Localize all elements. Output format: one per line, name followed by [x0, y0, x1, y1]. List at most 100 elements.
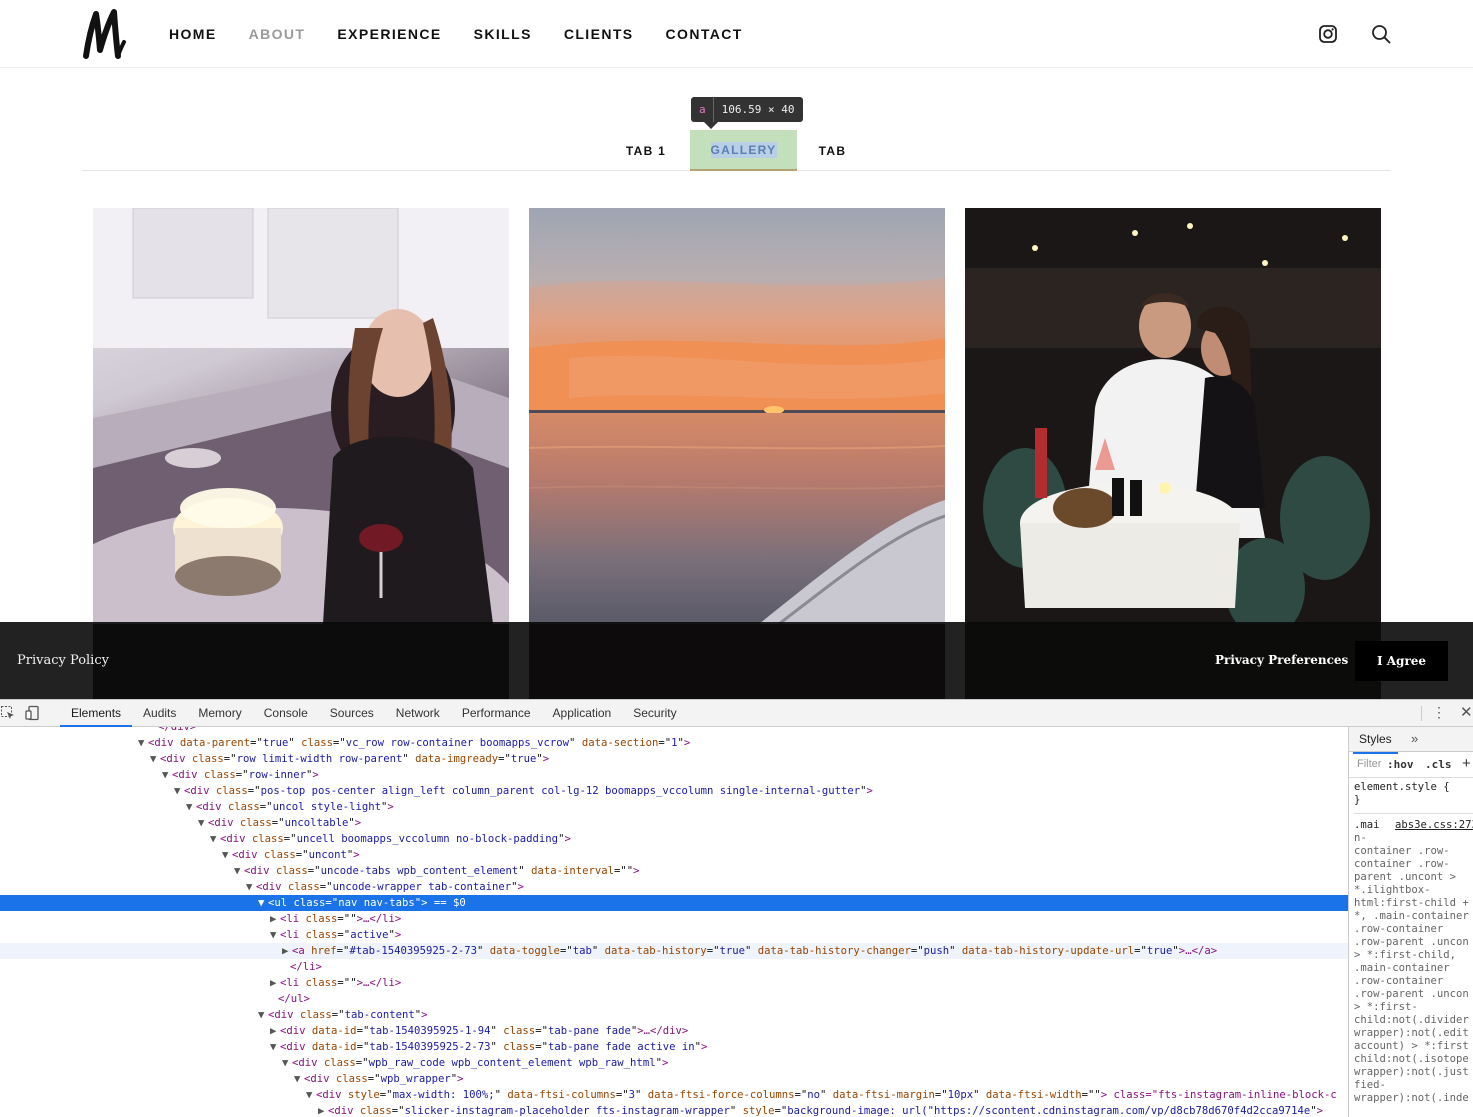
tab-gallery[interactable]: GALLERY: [690, 130, 797, 171]
devtools-tab-application[interactable]: Application: [542, 700, 623, 727]
dom-node-line[interactable]: ▼ <div class="uncoltable">: [0, 815, 1348, 831]
dom-tree[interactable]: </div> ▼ <div data-parent="true" class="vc…: [0, 727, 1348, 1117]
dom-node-line[interactable]: ▼ <div class="row limit-width row-parent"…: [0, 751, 1348, 767]
dom-tag-name: <li: [280, 929, 300, 941]
gallery-photo-dinner[interactable]: [965, 208, 1381, 624]
expand-arrow-icon: ▶: [270, 1025, 277, 1037]
more-options-icon[interactable]: ⋮: [1432, 704, 1446, 721]
inspect-element-icon[interactable]: [0, 705, 16, 721]
nav-contact[interactable]: CONTACT: [666, 24, 743, 44]
dom-node-line[interactable]: ▶ <div class="slicker-instagram-placehold…: [0, 1103, 1348, 1117]
tab-gallery-label: GALLERY: [710, 141, 777, 158]
devtools-tab-sources[interactable]: Sources: [319, 700, 385, 727]
devtools-tab-audits[interactable]: Audits: [132, 700, 187, 727]
dom-node-line[interactable]: ▶ <div data-id="tab-1540395925-1-94" clas…: [0, 1023, 1348, 1039]
dom-node-line[interactable]: ▼ <div class="pos-top pos-center align_le…: [0, 783, 1348, 799]
nav-experience[interactable]: EXPERIENCE: [337, 24, 441, 44]
css-rule[interactable]: .mai abs3e.css:273 n- container .row- co…: [1354, 819, 1473, 1105]
dom-node-line[interactable]: ▼ <div class="wpb_raw_code wpb_content_el…: [0, 1055, 1348, 1071]
agree-button[interactable]: I Agree: [1355, 641, 1448, 681]
styles-tab[interactable]: Styles: [1353, 727, 1398, 754]
dom-node-line[interactable]: ▼ <div style="max-width: 100%;" data-ftsi…: [0, 1087, 1348, 1103]
privacy-preferences-button[interactable]: Privacy Preferences: [1215, 653, 1348, 667]
dom-node-line[interactable]: ▼ <ul class="nav nav-tabs"> == $0: [0, 895, 1348, 911]
dom-closing-tag: </ul>: [278, 993, 310, 1005]
dom-attr-value: true: [1146, 945, 1173, 957]
devtools-tab-performance[interactable]: Performance: [451, 700, 542, 727]
dom-node-line[interactable]: </ul>: [0, 991, 1348, 1007]
device-toolbar-icon[interactable]: [25, 705, 41, 721]
dom-node-line[interactable]: ▼ <div class="uncol style-light">: [0, 799, 1348, 815]
dom-attr-value: uncode-tabs wpb_content_element: [320, 865, 519, 877]
dom-node-line[interactable]: ▼ <div data-parent="true" class="vc_row r…: [0, 735, 1348, 751]
dom-node-line[interactable]: </li>: [0, 959, 1348, 975]
nav-skills[interactable]: SKILLS: [474, 24, 532, 44]
dom-attr-eq: =": [223, 753, 237, 765]
instagram-icon[interactable]: [1317, 23, 1339, 45]
dom-tag-name: <div: [316, 1089, 342, 1101]
dom-tag-name: <div: [256, 881, 282, 893]
dom-tag-close: >: [354, 817, 362, 829]
dom-node-line[interactable]: ▶ <li class="">…</li>: [0, 911, 1348, 927]
gallery-photo-birthday[interactable]: [93, 208, 509, 624]
dom-attr-eq: =": [307, 865, 321, 877]
dom-attr-name: data-tab-history-changer: [757, 945, 911, 957]
dom-attr-name: data-ftsi-margin: [832, 1089, 935, 1101]
dom-node-line[interactable]: ▼ <li class="active">: [0, 927, 1348, 943]
nav-clients[interactable]: CLIENTS: [564, 24, 634, 44]
dom-attr-value: uncell boomapps_vccolumn no-block-paddin…: [296, 833, 559, 845]
dom-node-line[interactable]: ▼ <div class="tab-content">: [0, 1007, 1348, 1023]
dom-node-line[interactable]: ▶ <li class="">…</li>: [0, 975, 1348, 991]
devtools-tab-security[interactable]: Security: [622, 700, 687, 727]
site-logo[interactable]: [80, 6, 128, 62]
cls-toggle[interactable]: .cls: [1425, 758, 1452, 771]
dom-node-line[interactable]: ▼ <div class="row-inner">: [0, 767, 1348, 783]
rule-source-link[interactable]: abs3e.css:273: [1395, 819, 1473, 832]
nav-home[interactable]: HOME: [169, 24, 217, 44]
devtools-tab-network[interactable]: Network: [385, 700, 451, 727]
dom-node-line[interactable]: ▼ <div class="wpb_wrapper">: [0, 1071, 1348, 1087]
dom-attr-value: uncoltable: [284, 817, 349, 829]
dom-node-line[interactable]: ▼ <div class="uncode-wrapper tab-containe…: [0, 879, 1348, 895]
nav-about[interactable]: ABOUT: [249, 24, 306, 44]
privacy-policy-link[interactable]: Privacy Policy: [17, 653, 109, 668]
dom-tag-name: <div: [160, 753, 186, 765]
dom-attr-value: nav nav-tabs: [338, 897, 415, 909]
devtools-tab-elements[interactable]: Elements: [60, 700, 133, 727]
dom-tag-name: <div: [232, 849, 258, 861]
dom-node-line[interactable]: ▼ <div class="uncont">: [0, 847, 1348, 863]
dom-attr-value: #tab-1540395925-2-73: [349, 945, 477, 957]
dom-attr-quote: ": [288, 737, 295, 749]
dom-attr-eq: =": [794, 1089, 808, 1101]
dom-node-line[interactable]: ▼ <div data-id="tab-1540395925-2-73" clas…: [0, 1039, 1348, 1055]
dom-attr-value: no: [807, 1089, 821, 1101]
dom-node-line[interactable]: ▼ <div class="uncell boomapps_vccolumn no…: [0, 831, 1348, 847]
tab-3[interactable]: TAB: [808, 130, 857, 171]
devtools-separator: [1421, 706, 1422, 721]
styles-filter-input[interactable]: Filter: [1357, 758, 1383, 770]
dom-node-line[interactable]: ▶ <a href="#tab-1540395925-2-73" data-tog…: [0, 943, 1348, 959]
dom-attr-eq: =": [613, 865, 627, 877]
expand-arrow-icon: ▼: [258, 1009, 265, 1021]
hov-toggle[interactable]: :hov: [1387, 758, 1414, 771]
element-style-rule[interactable]: element.style { }: [1354, 781, 1473, 814]
new-rule-icon[interactable]: +: [1462, 755, 1471, 772]
dom-attr-eq: =": [325, 897, 339, 909]
devtools-tab-console[interactable]: Console: [253, 700, 319, 727]
tab-1[interactable]: TAB 1: [610, 130, 682, 171]
dom-attr-value: vc_row row-container boomapps_vcrow: [345, 737, 570, 749]
dom-node-line[interactable]: ▼ <div class="uncode-tabs wpb_content_ele…: [0, 863, 1348, 879]
gallery-photo-sunset[interactable]: [529, 208, 945, 624]
dom-attr-name: data-ftsi-width: [985, 1089, 1082, 1101]
dom-tag-close: >: [394, 929, 402, 941]
dom-attr-value: push: [923, 945, 950, 957]
dom-attr-value: uncode-wrapper tab-container: [332, 881, 512, 893]
more-tabs-icon[interactable]: »: [1411, 731, 1418, 746]
tooltip-dimensions: 106.59 × 40: [712, 97, 804, 122]
dom-node-line[interactable]: </div>: [0, 727, 1348, 735]
dom-tag-name: <div: [148, 737, 174, 749]
close-icon[interactable]: ✕: [1460, 703, 1473, 721]
expand-arrow-icon: ▼: [294, 1073, 301, 1085]
search-icon[interactable]: [1370, 23, 1392, 45]
devtools-tab-memory[interactable]: Memory: [187, 700, 252, 727]
